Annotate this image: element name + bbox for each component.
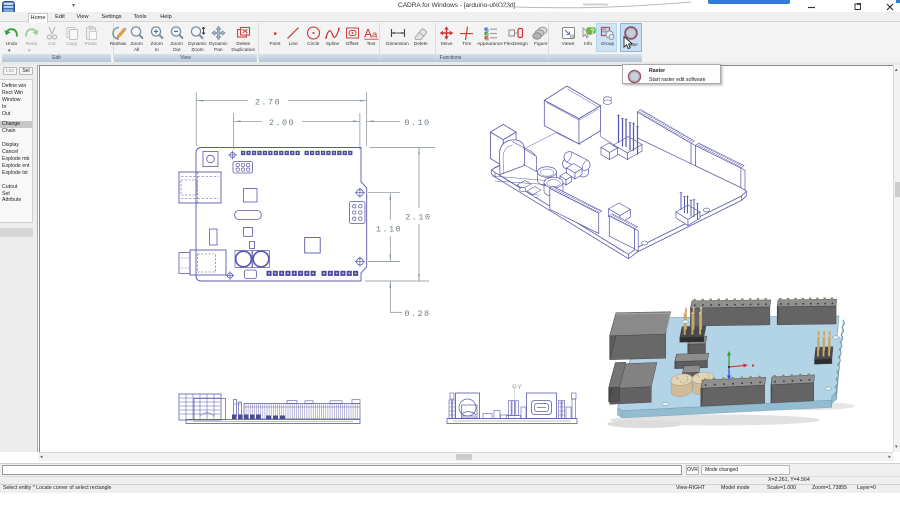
- svg-text:0.10: 0.10: [404, 118, 430, 128]
- svg-text:Y: Y: [518, 384, 523, 391]
- svg-text:2.00: 2.00: [269, 118, 295, 128]
- svg-text:0.28: 0.28: [404, 309, 430, 319]
- svg-text:2.10: 2.10: [405, 213, 431, 223]
- svg-text:1.10: 1.10: [376, 225, 402, 235]
- svg-text:2.70: 2.70: [255, 97, 281, 107]
- svg-text:A: A: [364, 27, 372, 41]
